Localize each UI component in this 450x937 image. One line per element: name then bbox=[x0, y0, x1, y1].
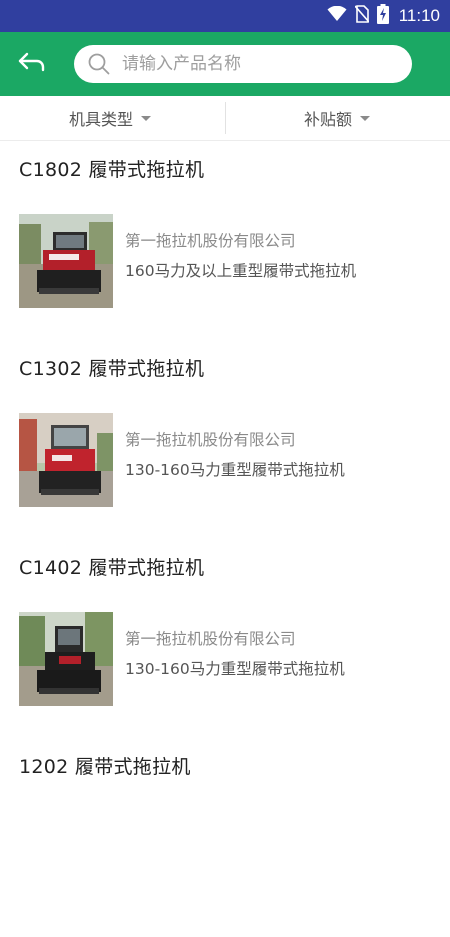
no-sim-icon bbox=[354, 5, 370, 27]
search-icon bbox=[88, 53, 110, 75]
product-image[interactable] bbox=[19, 612, 113, 706]
back-button[interactable] bbox=[12, 46, 52, 82]
product-company: 第一拖拉机股份有限公司 bbox=[125, 630, 296, 648]
search-box[interactable] bbox=[74, 45, 412, 83]
status-time: 11:10 bbox=[398, 6, 440, 25]
product-title: 1202 履带式拖拉机 bbox=[19, 756, 191, 778]
filter-label: 机具类型 bbox=[69, 110, 134, 129]
product-item[interactable]: C1302 履带式拖拉机 第一拖拉机股份有限公司 130-160马力重型履带式拖… bbox=[0, 340, 450, 539]
filter-machine-type[interactable]: 机具类型 bbox=[69, 96, 152, 140]
filter-label: 补贴额 bbox=[304, 110, 353, 129]
product-list: C1802 履带式拖拉机 第一拖拉机股份有限公司 160马力及以上重型履带式拖拉… bbox=[0, 141, 450, 937]
product-company: 第一拖拉机股份有限公司 bbox=[125, 431, 296, 449]
filter-bar: 机具类型 补贴额 bbox=[0, 96, 450, 141]
product-description: 160马力及以上重型履带式拖拉机 bbox=[125, 262, 357, 280]
product-description: 130-160马力重型履带式拖拉机 bbox=[125, 660, 345, 678]
caret-down-icon bbox=[141, 115, 152, 121]
filter-divider bbox=[225, 102, 226, 134]
caret-down-icon bbox=[360, 115, 371, 121]
app-bar bbox=[0, 32, 450, 96]
product-item[interactable]: C1802 履带式拖拉机 第一拖拉机股份有限公司 160马力及以上重型履带式拖拉… bbox=[0, 141, 450, 340]
search-input[interactable] bbox=[120, 53, 394, 75]
product-image[interactable] bbox=[19, 214, 113, 308]
product-title: C1802 履带式拖拉机 bbox=[19, 159, 205, 181]
product-item[interactable]: 1202 履带式拖拉机 bbox=[0, 738, 450, 937]
product-description: 130-160马力重型履带式拖拉机 bbox=[125, 461, 345, 479]
product-company: 第一拖拉机股份有限公司 bbox=[125, 232, 296, 250]
status-bar: 11:10 bbox=[0, 0, 450, 32]
wifi-icon bbox=[327, 5, 347, 26]
battery-charging-icon bbox=[376, 4, 389, 28]
filter-subsidy-amount[interactable]: 补贴额 bbox=[304, 96, 371, 140]
status-icons: 11:10 bbox=[327, 0, 440, 32]
back-arrow-icon bbox=[17, 51, 47, 77]
product-image[interactable] bbox=[19, 413, 113, 507]
product-title: C1402 履带式拖拉机 bbox=[19, 557, 205, 579]
product-item[interactable]: C1402 履带式拖拉机 第一拖拉机股份有限公司 130-160马力重型履带式拖… bbox=[0, 539, 450, 738]
product-title: C1302 履带式拖拉机 bbox=[19, 358, 205, 380]
